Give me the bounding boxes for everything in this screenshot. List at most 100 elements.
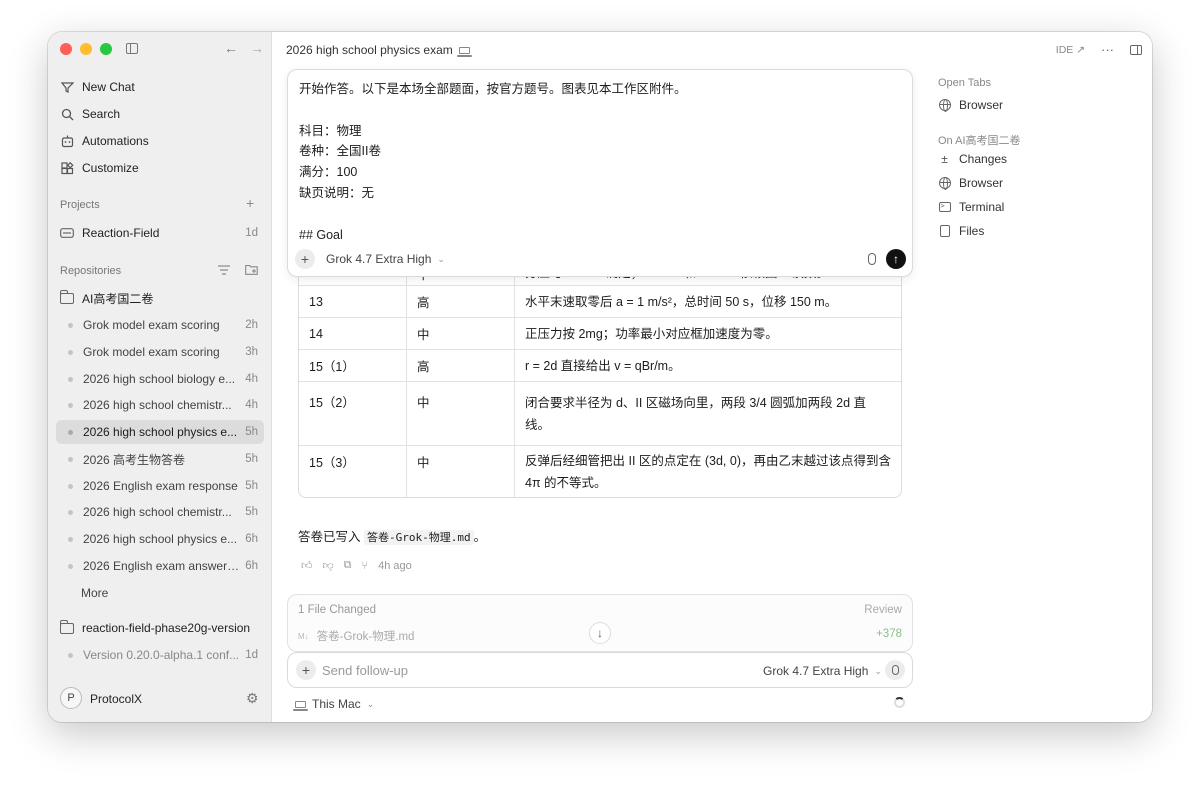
chevron-down-icon: ⌄ — [437, 253, 445, 264]
send-button[interactable]: ↑ — [886, 249, 906, 269]
table-cell-number: 15（2） — [299, 382, 407, 445]
avatar[interactable]: P — [60, 687, 82, 709]
panel-item-browser[interactable]: Browser — [938, 173, 1003, 193]
thread-time: 4h — [245, 373, 258, 385]
close-window-button[interactable] — [60, 43, 72, 55]
thread-time: 5h — [245, 506, 258, 518]
thread-item[interactable]: 2026 high school chemistr... 5h — [56, 500, 264, 524]
table-cell-number: 13 — [299, 286, 407, 317]
gear-icon[interactable]: ⚙ — [246, 690, 259, 707]
history-navigation: ← → — [224, 40, 264, 56]
thread-time: 5h — [245, 426, 258, 438]
thread-dot — [68, 563, 73, 569]
thread-time: 2h — [245, 319, 258, 331]
zoom-window-button[interactable] — [100, 43, 112, 55]
thread-item-active[interactable]: 2026 high school physics e... 5h — [56, 420, 264, 444]
search-icon — [60, 107, 74, 121]
thumbs-down-icon[interactable]: 👎︎ — [323, 559, 334, 572]
open-tab-label: Browser — [959, 98, 1004, 112]
nav-customize[interactable]: Customize — [60, 157, 139, 179]
message-actions: 👍︎ 👎︎ ⧉ ⑂ 4h ago — [301, 559, 412, 572]
nav-search[interactable]: Search — [60, 103, 120, 125]
more-threads-link[interactable]: More — [56, 581, 264, 605]
thread-item[interactable]: 2026 high school biology e... 4h — [56, 367, 264, 391]
model-selector[interactable]: Grok 4.7 Extra High ⌄ — [763, 664, 882, 678]
written-prefix: 答卷已写入 — [298, 530, 361, 544]
right-panel: IDE ↗ ··· Open Tabs Browser On AI高考国二卷 ±… — [913, 32, 1152, 722]
add-project-icon[interactable]: + — [246, 195, 254, 211]
scroll-down-button[interactable]: ↓ — [589, 622, 611, 644]
thread-time: 3h — [245, 346, 258, 358]
add-attachment-button[interactable]: + — [296, 660, 316, 680]
changed-file-row[interactable]: M↓ 答卷-Grok-物理.md — [298, 628, 414, 644]
thread-dot — [68, 509, 73, 515]
nav-automations[interactable]: Automations — [60, 130, 149, 152]
thread-label: Grok model exam scoring — [83, 345, 220, 359]
repository-label: AI高考国二卷 — [82, 291, 154, 306]
ide-button[interactable]: IDE ↗ — [1056, 44, 1085, 56]
followup-input[interactable]: Send follow-up — [322, 663, 408, 678]
prompt-editor[interactable]: 开始作答。以下是本场全部题面，按官方题号。图表见本工作区附件。 科目：物理 卷种… — [287, 69, 913, 277]
loading-spinner-icon — [894, 697, 905, 708]
panel-item-files[interactable]: Files — [938, 221, 984, 241]
globe-icon — [938, 99, 951, 112]
table-cell-note: 闭合要求半径为 d、II 区磁场向里，两段 3/4 圆弧加两段 2d 直线。 — [525, 395, 867, 432]
sidebar-toggle-icon[interactable] — [126, 43, 138, 54]
thread-item[interactable]: 2026 English exam answer ... 6h — [56, 554, 264, 578]
microphone-icon[interactable] — [868, 253, 876, 265]
chevron-down-icon: ⌄ — [874, 665, 882, 676]
open-tab-browser[interactable]: Browser — [938, 95, 1003, 115]
thread-title: 2026 high school physics exam — [286, 43, 453, 57]
followup-composer[interactable]: + Send follow-up Grok 4.7 Extra High ⌄ — [287, 652, 913, 688]
thread-dot — [68, 402, 73, 408]
panel-item-changes[interactable]: ± Changes — [938, 149, 1007, 169]
thread-item[interactable]: Grok model exam scoring 3h — [56, 340, 264, 364]
thread-label: Grok model exam scoring — [83, 318, 220, 332]
changes-icon: ± — [941, 152, 948, 166]
microphone-button[interactable] — [885, 660, 905, 680]
copy-icon[interactable]: ⧉ — [344, 559, 352, 572]
filter-icon[interactable] — [218, 262, 230, 278]
sidebar: ← → New Chat Search Automations Customiz… — [48, 32, 272, 722]
panel-toggle-icon[interactable] — [1130, 44, 1142, 55]
repository-reaction-field[interactable]: reaction-field-phase20g-version — [56, 616, 264, 640]
fork-icon[interactable]: ⑂ — [362, 560, 369, 572]
environment-selector[interactable]: This Mac ⌄ — [293, 697, 374, 711]
thread-label: 2026 high school physics e... — [83, 425, 238, 439]
table-cell-note: 反弹后经细管把出 II 区的点定在 (3d, 0)，再由乙末越过该点得到含 4π… — [525, 453, 891, 490]
repositories-heading: Repositories — [60, 265, 122, 277]
more-options-icon[interactable]: ··· — [1101, 42, 1114, 57]
thread-dot — [68, 429, 73, 435]
results-table: 12 中 分压与 2.40 V 确定；93.8 Ω 和 1.59 N 依赖图 2… — [298, 260, 902, 498]
prompt-text[interactable]: 开始作答。以下是本场全部题面，按官方题号。图表见本工作区附件。 科目：物理 卷种… — [299, 79, 687, 245]
table-cell-level: 高 — [407, 286, 515, 317]
review-button[interactable]: Review — [864, 604, 902, 616]
thread-item[interactable]: 2026 English exam response 5h — [56, 474, 264, 498]
thread-item[interactable]: 2026 high school chemistr... 4h — [56, 393, 264, 417]
thread-dot — [68, 483, 73, 489]
repository-label: reaction-field-phase20g-version — [82, 621, 251, 635]
window-controls — [60, 43, 112, 55]
forward-arrow-icon[interactable]: → — [250, 40, 264, 56]
thread-item[interactable]: Grok model exam scoring 2h — [56, 313, 264, 337]
add-attachment-button[interactable]: + — [295, 249, 315, 269]
thread-item[interactable]: Version 0.20.0-alpha.1 conf... 1d — [56, 643, 264, 667]
laptop-icon — [293, 700, 308, 711]
project-reaction-field[interactable]: Reaction-Field 1d — [56, 221, 264, 245]
projects-heading: Projects — [60, 199, 100, 211]
thread-dot — [68, 536, 73, 542]
repository-ai-gaokao[interactable]: AI高考国二卷 — [56, 286, 264, 310]
add-repository-icon[interactable] — [245, 262, 258, 278]
message-time: 4h ago — [378, 559, 412, 572]
thumbs-up-icon[interactable]: 👍︎ — [301, 559, 313, 572]
minimize-window-button[interactable] — [80, 43, 92, 55]
panel-item-terminal[interactable]: > Terminal — [938, 197, 1004, 217]
nav-new-chat[interactable]: New Chat — [60, 76, 135, 98]
thread-item[interactable]: 2026 high school physics e... 6h — [56, 527, 264, 551]
model-selector[interactable]: Grok 4.7 Extra High ⌄ — [326, 252, 445, 266]
thread-item[interactable]: 2026 高考生物答卷 5h — [56, 447, 264, 471]
back-arrow-icon[interactable]: ← — [224, 40, 238, 56]
thread-dot — [68, 349, 73, 355]
folder-icon — [60, 289, 74, 304]
project-label: Reaction-Field — [82, 226, 160, 240]
